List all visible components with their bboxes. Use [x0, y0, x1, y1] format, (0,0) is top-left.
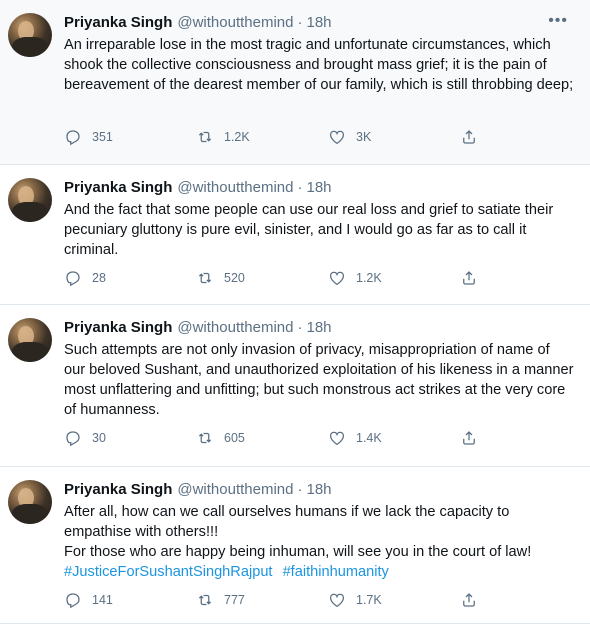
tweet-text: And the fact that some people can use ou…: [64, 200, 574, 260]
retweet-count: 777: [224, 593, 245, 607]
tweet-timestamp[interactable]: 18h: [307, 12, 332, 34]
avatar[interactable]: [8, 13, 52, 57]
tweet-header: Priyanka Singh @withoutthemind · 18h: [64, 12, 578, 34]
like-count: 1.7K: [356, 593, 382, 607]
tweet-actions: 141 777 1.7K: [64, 591, 590, 609]
heart-icon: [329, 431, 345, 446]
hashtag-link[interactable]: #faithinhumanity: [283, 564, 389, 580]
heart-icon: [329, 593, 345, 608]
hashtag-line: #JusticeForSushantSinghRajput #faithinhu…: [64, 562, 574, 582]
share-icon: [463, 130, 475, 144]
tweet-timestamp[interactable]: 18h: [307, 317, 332, 339]
more-icon[interactable]: •••: [548, 12, 568, 30]
retweet-count: 520: [224, 271, 245, 285]
retweet-button[interactable]: 777: [196, 591, 328, 609]
tweet-header: Priyanka Singh @withoutthemind · 18h: [64, 317, 578, 339]
tweet-timestamp[interactable]: 18h: [307, 177, 332, 199]
like-button[interactable]: 1.2K: [328, 269, 460, 287]
reply-button[interactable]: 141: [64, 591, 196, 609]
tweet-text-line: After all, how can we call ourselves hum…: [64, 504, 510, 540]
separator-dot: ·: [297, 179, 303, 196]
tweet[interactable]: Priyanka Singh @withoutthemind · 18h And…: [0, 165, 590, 305]
reply-button[interactable]: 28: [64, 269, 196, 287]
author-handle[interactable]: @withoutthemind: [177, 317, 293, 339]
retweet-icon: [198, 131, 212, 143]
retweet-count: 605: [224, 431, 245, 445]
share-button[interactable]: [460, 429, 478, 447]
author-name[interactable]: Priyanka Singh: [64, 177, 172, 199]
tweet-header: Priyanka Singh @withoutthemind · 18h: [64, 177, 578, 199]
reply-count: 28: [92, 271, 106, 285]
share-button[interactable]: [460, 269, 478, 287]
tweet-text: Such attempts are not only invasion of p…: [64, 340, 574, 420]
author-handle[interactable]: @withoutthemind: [177, 177, 293, 199]
share-icon: [463, 271, 475, 285]
reply-icon: [66, 130, 80, 146]
tweet[interactable]: Priyanka Singh @withoutthemind · 18h •••…: [0, 0, 590, 165]
reply-count: 141: [92, 593, 113, 607]
author-handle[interactable]: @withoutthemind: [177, 479, 293, 501]
tweet-text: After all, how can we call ourselves hum…: [64, 502, 574, 582]
like-button[interactable]: 1.7K: [328, 591, 460, 609]
tweet-timestamp[interactable]: 18h: [307, 479, 332, 501]
heart-icon: [329, 271, 345, 286]
tweet[interactable]: Priyanka Singh @withoutthemind · 18h Aft…: [0, 467, 590, 624]
tweet-text-line: And the fact that some people can use ou…: [64, 202, 554, 258]
separator-dot: ·: [297, 481, 303, 498]
separator-dot: ·: [297, 14, 303, 31]
avatar[interactable]: [8, 318, 52, 362]
like-count: 1.4K: [356, 431, 382, 445]
retweet-button[interactable]: 605: [196, 429, 328, 447]
share-icon: [463, 431, 475, 445]
retweet-icon: [198, 594, 212, 606]
like-button[interactable]: 3K: [328, 128, 460, 146]
share-icon: [463, 593, 475, 607]
heart-icon: [329, 130, 345, 145]
share-button[interactable]: [460, 591, 478, 609]
author-handle[interactable]: @withoutthemind: [177, 12, 293, 34]
avatar[interactable]: [8, 178, 52, 222]
reply-button[interactable]: 351: [64, 128, 196, 146]
reply-icon: [66, 593, 80, 609]
tweet-thread: Priyanka Singh @withoutthemind · 18h •••…: [0, 0, 590, 624]
tweet[interactable]: Priyanka Singh @withoutthemind · 18h Suc…: [0, 305, 590, 467]
retweet-button[interactable]: 520: [196, 269, 328, 287]
author-name[interactable]: Priyanka Singh: [64, 12, 172, 34]
tweet-text-line: For those who are happy being inhuman, w…: [64, 544, 532, 560]
tweet-text: An irreparable lose in the most tragic a…: [64, 35, 574, 95]
hashtag-link[interactable]: #JusticeForSushantSinghRajput: [64, 564, 273, 580]
tweet-actions: 351 1.2K 3K: [64, 128, 590, 146]
author-name[interactable]: Priyanka Singh: [64, 317, 172, 339]
retweet-icon: [198, 432, 212, 444]
tweet-header: Priyanka Singh @withoutthemind · 18h: [64, 479, 578, 501]
like-count: 3K: [356, 130, 372, 144]
avatar[interactable]: [8, 480, 52, 524]
like-button[interactable]: 1.4K: [328, 429, 460, 447]
tweet-text-line: An irreparable lose in the most tragic a…: [64, 37, 574, 93]
share-button[interactable]: [460, 128, 478, 146]
retweet-count: 1.2K: [224, 130, 250, 144]
reply-count: 30: [92, 431, 106, 445]
retweet-button[interactable]: 1.2K: [196, 128, 328, 146]
like-count: 1.2K: [356, 271, 382, 285]
reply-button[interactable]: 30: [64, 429, 196, 447]
reply-count: 351: [92, 130, 113, 144]
tweet-text-line: Such attempts are not only invasion of p…: [64, 342, 574, 418]
tweet-actions: 30 605 1.4K: [64, 429, 590, 447]
separator-dot: ·: [297, 319, 303, 336]
tweet-actions: 28 520 1.2K: [64, 269, 590, 287]
author-name[interactable]: Priyanka Singh: [64, 479, 172, 501]
reply-icon: [66, 431, 80, 447]
reply-icon: [66, 271, 80, 287]
retweet-icon: [198, 272, 212, 284]
